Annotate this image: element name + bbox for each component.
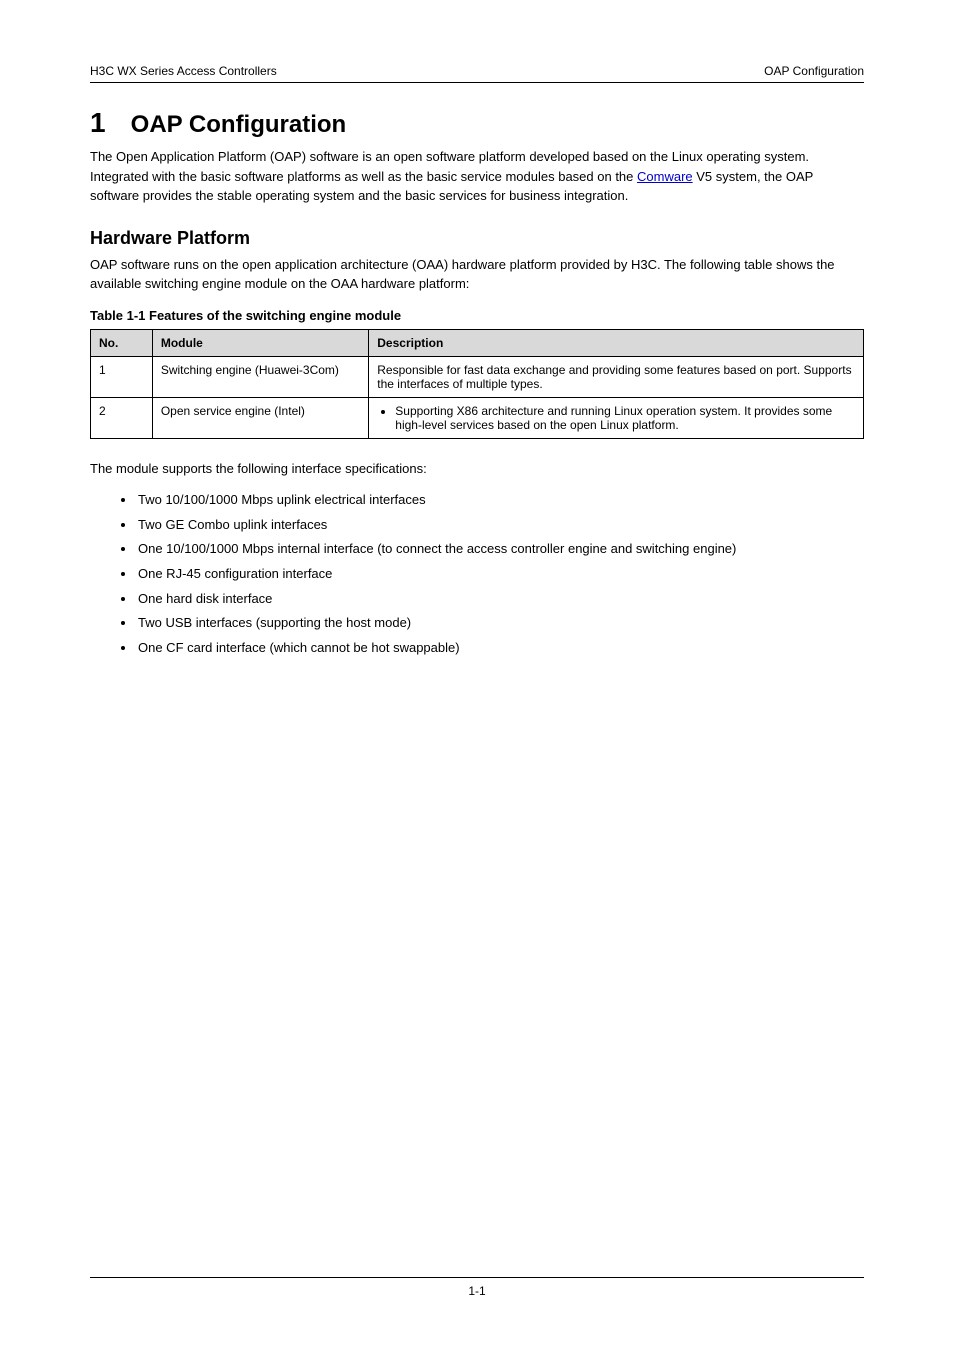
- list-item: One hard disk interface: [136, 587, 864, 612]
- th-no: No.: [91, 329, 153, 356]
- cell-module: Switching engine (Huawei-3Com): [152, 356, 368, 397]
- table-row: 1 Switching engine (Huawei-3Com) Respons…: [91, 356, 864, 397]
- page-footer: 1-1: [90, 1277, 864, 1298]
- cell-description: Supporting X86 architecture and running …: [369, 397, 864, 438]
- footer-rule: [90, 1277, 864, 1278]
- page-header: H3C WX Series Access Controllers OAP Con…: [90, 64, 864, 82]
- specs-list: Two 10/100/1000 Mbps uplink electrical i…: [136, 488, 864, 661]
- feature-table: No. Module Description 1 Switching engin…: [90, 329, 864, 439]
- page-title: 1 OAP Configuration: [90, 107, 864, 139]
- list-item: Two GE Combo uplink interfaces: [136, 513, 864, 538]
- footer-page-number: 1-1: [468, 1284, 485, 1298]
- table-header-row: No. Module Description: [91, 329, 864, 356]
- table-caption: Table 1-1 Features of the switching engi…: [90, 308, 864, 323]
- cell-no: 1: [91, 356, 153, 397]
- list-item: Two USB interfaces (supporting the host …: [136, 611, 864, 636]
- title-number: 1: [90, 107, 124, 139]
- header-rule: [90, 82, 864, 83]
- cell-description-bullet: Supporting X86 architecture and running …: [395, 404, 855, 432]
- cell-no: 2: [91, 397, 153, 438]
- intro-paragraph: The Open Application Platform (OAP) soft…: [90, 147, 864, 206]
- cell-module: Open service engine (Intel): [152, 397, 368, 438]
- header-left: H3C WX Series Access Controllers: [90, 64, 277, 78]
- list-item: One CF card interface (which cannot be h…: [136, 636, 864, 661]
- title-text: OAP Configuration: [131, 111, 347, 138]
- list-item: One 10/100/1000 Mbps internal interface …: [136, 537, 864, 562]
- specs-intro: The module supports the following interf…: [90, 459, 864, 479]
- cell-description: Responsible for fast data exchange and p…: [369, 356, 864, 397]
- th-description: Description: [369, 329, 864, 356]
- th-module: Module: [152, 329, 368, 356]
- subheading-hardware: Hardware Platform: [90, 228, 864, 249]
- hardware-paragraph: OAP software runs on the open applicatio…: [90, 255, 864, 294]
- list-item: One RJ-45 configuration interface: [136, 562, 864, 587]
- header-right: OAP Configuration: [764, 64, 864, 78]
- comware-link[interactable]: Comware: [637, 169, 693, 184]
- list-item: Two 10/100/1000 Mbps uplink electrical i…: [136, 488, 864, 513]
- table-row: 2 Open service engine (Intel) Supporting…: [91, 397, 864, 438]
